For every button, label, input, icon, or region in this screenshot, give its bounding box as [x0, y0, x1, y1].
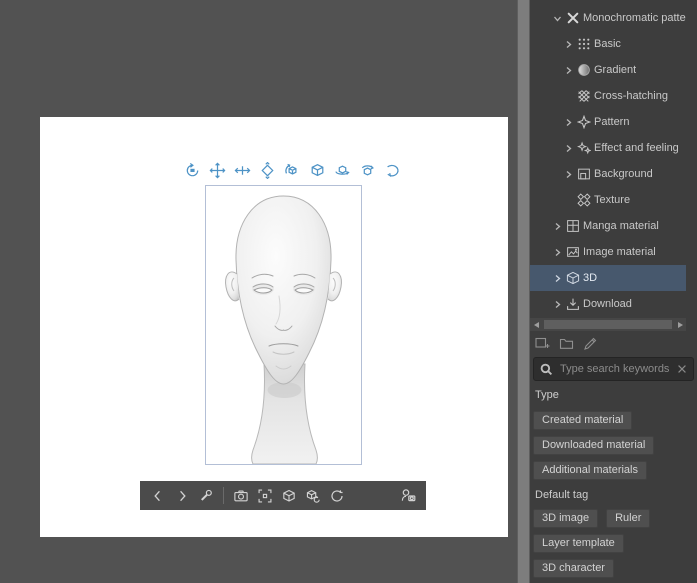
- rotate-view-icon[interactable]: [328, 487, 346, 505]
- pan-plane-icon[interactable]: [258, 161, 276, 179]
- tree-item-effect-and-feeling[interactable]: Effect and feeling: [530, 135, 686, 161]
- tree-item-download[interactable]: Download: [530, 291, 686, 317]
- tag-ruler[interactable]: Ruler: [606, 509, 650, 528]
- tree-item-basic[interactable]: Basic: [530, 31, 686, 57]
- tree-item-label: Monochromatic pattern: [583, 12, 686, 24]
- material-search-box: [533, 357, 694, 381]
- next-icon[interactable]: [173, 487, 191, 505]
- pattern-icon: [576, 115, 591, 130]
- gradient-icon: [576, 63, 591, 78]
- camera-icon[interactable]: [232, 487, 250, 505]
- app-window: Monochromatic pattern Basic: [0, 0, 697, 583]
- search-icon: [539, 362, 554, 377]
- tree-item-label: Gradient: [594, 64, 636, 76]
- move-horizontal-icon[interactable]: [233, 161, 251, 179]
- default-tag-section-label: Default tag: [535, 489, 588, 501]
- rotate-y-icon[interactable]: [333, 161, 351, 179]
- chevron-right-icon[interactable]: [552, 221, 562, 231]
- tree-item-3d[interactable]: 3D: [530, 265, 686, 291]
- tree-item-pattern[interactable]: Pattern: [530, 109, 686, 135]
- tree-item-image-material[interactable]: Image material: [530, 239, 686, 265]
- tree-item-label: Manga material: [583, 220, 659, 232]
- edit-material-icon[interactable]: [582, 335, 599, 352]
- chevron-down-icon[interactable]: [552, 13, 562, 23]
- cube-icon: [565, 271, 580, 286]
- background-icon: [576, 167, 591, 182]
- manga-material-icon: [565, 219, 580, 234]
- camera-orbit-icon[interactable]: [183, 161, 201, 179]
- prev-icon[interactable]: [149, 487, 167, 505]
- tree-horizontal-scrollbar[interactable]: [530, 318, 686, 331]
- chevron-placeholder: [563, 91, 573, 101]
- filter-additional-materials[interactable]: Additional materials: [533, 461, 647, 480]
- type-section-label: Type: [535, 389, 559, 401]
- tree-item-manga-material[interactable]: Manga material: [530, 213, 686, 239]
- chevron-right-icon[interactable]: [563, 169, 573, 179]
- cube-view-icon[interactable]: [280, 487, 298, 505]
- chevron-right-icon[interactable]: [563, 117, 573, 127]
- sparkle-icon: [576, 141, 591, 156]
- tree-item-label: Pattern: [594, 116, 629, 128]
- chevron-right-icon[interactable]: [552, 247, 562, 257]
- cross-hatching-icon: [576, 89, 591, 104]
- rotate-object-icon[interactable]: [283, 161, 301, 179]
- tree-item-label: Image material: [583, 246, 656, 258]
- scroll-left-icon[interactable]: [530, 318, 542, 331]
- toolbar-divider: [223, 487, 224, 504]
- tag-3d-character[interactable]: 3D character: [533, 559, 614, 578]
- download-icon: [565, 297, 580, 312]
- tree-item-cross-hatching[interactable]: Cross-hatching: [530, 83, 686, 109]
- clear-search-icon[interactable]: [676, 363, 688, 375]
- chevron-right-icon[interactable]: [563, 65, 573, 75]
- tree-item-label: Texture: [594, 194, 630, 206]
- tree-item-texture[interactable]: Texture: [530, 187, 686, 213]
- monochromatic-pattern-icon: [565, 11, 580, 26]
- tree-item-label: Basic: [594, 38, 621, 50]
- tree-item-label: Background: [594, 168, 653, 180]
- search-input[interactable]: [558, 362, 672, 376]
- tree-item-monochromatic-pattern[interactable]: Monochromatic pattern: [530, 5, 686, 31]
- 3d-head-model: [206, 186, 361, 464]
- tool-settings-icon[interactable]: [197, 487, 215, 505]
- material-tree: Monochromatic pattern Basic: [530, 0, 686, 318]
- image-material-icon: [565, 245, 580, 260]
- dot-grid-icon: [576, 37, 591, 52]
- filter-downloaded-material[interactable]: Downloaded material: [533, 436, 654, 455]
- tree-item-label: Effect and feeling: [594, 142, 679, 154]
- object-list-icon[interactable]: [304, 487, 322, 505]
- tag-layer-template[interactable]: Layer template: [533, 534, 624, 553]
- material-command-bar: [534, 335, 599, 352]
- paste-to-canvas-icon[interactable]: [534, 335, 551, 352]
- filter-created-material[interactable]: Created material: [533, 411, 632, 430]
- tree-item-background[interactable]: Background: [530, 161, 686, 187]
- object-launcher: [183, 161, 401, 179]
- cube-view-icon[interactable]: [308, 161, 326, 179]
- tree-item-label: Download: [583, 298, 632, 310]
- fit-view-icon[interactable]: [256, 487, 274, 505]
- chevron-placeholder: [563, 195, 573, 205]
- object-toolbar: [140, 481, 426, 510]
- tree-item-label: 3D: [583, 272, 597, 284]
- document-canvas[interactable]: [40, 117, 508, 537]
- 3d-object-viewport[interactable]: [205, 185, 362, 465]
- material-panel: Monochromatic pattern Basic: [530, 0, 697, 583]
- chevron-right-icon[interactable]: [552, 299, 562, 309]
- scrollbar-thumb[interactable]: [544, 320, 672, 329]
- panel-splitter[interactable]: [517, 0, 530, 583]
- reset-rotation-icon[interactable]: [383, 161, 401, 179]
- chevron-right-icon[interactable]: [563, 39, 573, 49]
- texture-icon: [576, 193, 591, 208]
- chevron-right-icon[interactable]: [563, 143, 573, 153]
- tree-item-gradient[interactable]: Gradient: [530, 57, 686, 83]
- tag-3d-image[interactable]: 3D image: [533, 509, 598, 528]
- pose-camera-icon[interactable]: [399, 487, 417, 505]
- scroll-right-icon[interactable]: [674, 318, 686, 331]
- tree-item-label: Cross-hatching: [594, 90, 668, 102]
- chevron-right-icon[interactable]: [552, 273, 562, 283]
- move-3d-icon[interactable]: [208, 161, 226, 179]
- new-folder-icon[interactable]: [558, 335, 575, 352]
- spin-top-icon[interactable]: [358, 161, 376, 179]
